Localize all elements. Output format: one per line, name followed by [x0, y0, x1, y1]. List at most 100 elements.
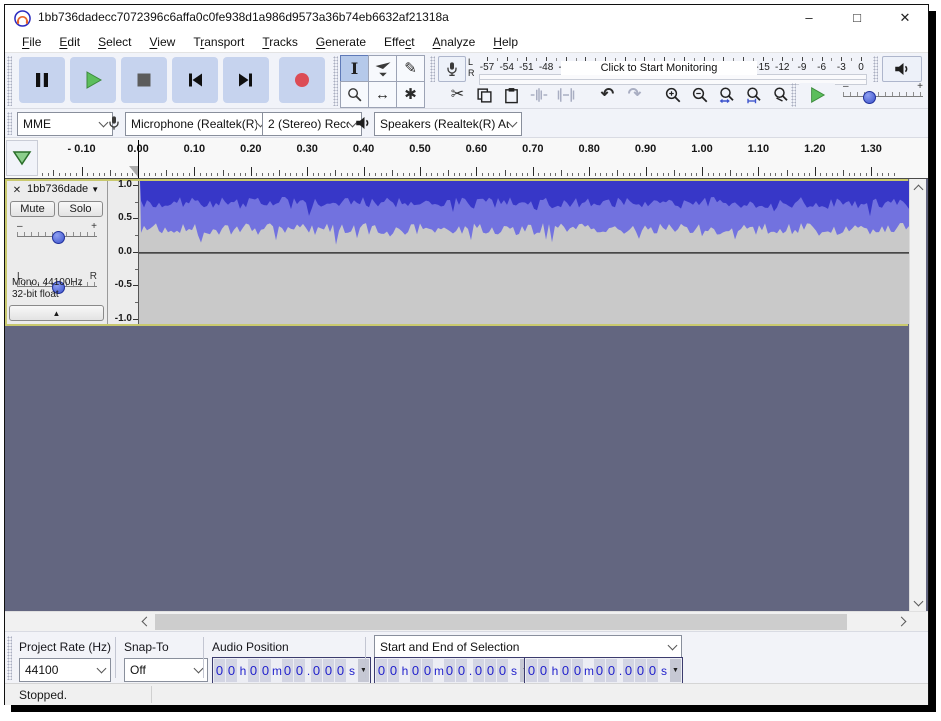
play-at-speed-button[interactable]: [799, 83, 835, 107]
menu-transport[interactable]: Transport: [184, 33, 253, 51]
time-segment[interactable]: 0: [572, 659, 583, 682]
time-segment[interactable]: 0: [282, 659, 293, 682]
scroll-right-button[interactable]: [894, 613, 911, 630]
time-segment[interactable]: 0: [635, 659, 646, 682]
multi-tool-button[interactable]: ✱: [396, 81, 425, 108]
menu-tracks[interactable]: Tracks: [253, 33, 307, 51]
silence-audio-button[interactable]: [552, 82, 579, 108]
menu-analyze[interactable]: Analyze: [424, 33, 485, 51]
audio-position-field[interactable]: 00h00m00.000s▼: [212, 657, 371, 684]
time-segment[interactable]: 0: [560, 659, 571, 682]
cursor-flag[interactable]: [129, 166, 138, 177]
scroll-up-button[interactable]: [910, 179, 927, 196]
gain-slider-thumb[interactable]: [52, 231, 65, 244]
zoom-out-button[interactable]: [686, 82, 713, 108]
selection-start-field[interactable]: 00h00m00.000s▼: [374, 657, 533, 684]
audio-track[interactable]: ✕ 1bb736dade ▼ Mute Solo – + L R: [5, 179, 908, 326]
tools-toolbar-grip[interactable]: [333, 56, 338, 106]
trim-audio-button[interactable]: [525, 82, 552, 108]
cut-button[interactable]: ✂: [444, 82, 471, 108]
playback-meter-speaker-button[interactable]: [882, 56, 922, 82]
zoom-in-button[interactable]: [659, 82, 686, 108]
time-segment[interactable]: 0: [497, 659, 508, 682]
ruler-scale[interactable]: - 0.100.000.100.200.300.400.500.600.700.…: [37, 138, 911, 178]
time-segment[interactable]: 0: [422, 659, 433, 682]
zoom-tool-button[interactable]: [340, 81, 369, 108]
menu-file[interactable]: File: [13, 33, 50, 51]
recording-channels-select[interactable]: 2 (Stereo) Recor: [262, 112, 362, 136]
time-segment[interactable]: 0: [538, 659, 549, 682]
time-segment[interactable]: 0: [456, 659, 467, 682]
track-close-button[interactable]: ✕: [10, 183, 24, 197]
time-segment[interactable]: 0: [444, 659, 455, 682]
time-segment[interactable]: m: [272, 659, 282, 682]
time-segment[interactable]: s: [347, 659, 357, 682]
envelope-tool-button[interactable]: [368, 55, 397, 82]
time-segment[interactable]: 0: [248, 659, 259, 682]
transport-toolbar-grip[interactable]: [7, 56, 12, 106]
undo-button[interactable]: ↶: [594, 82, 621, 108]
title-bar[interactable]: 1bb736dadecc7072396c6affa0c0fe938d1a986d…: [5, 5, 928, 31]
play-button[interactable]: [70, 57, 116, 103]
time-segment[interactable]: 0: [311, 659, 322, 682]
time-segment[interactable]: 0: [594, 659, 605, 682]
time-segment[interactable]: h: [550, 659, 560, 682]
time-segment[interactable]: 0: [623, 659, 634, 682]
time-segment[interactable]: 0: [260, 659, 271, 682]
skip-to-end-button[interactable]: [223, 57, 269, 103]
pin-playhead-button[interactable]: [6, 140, 38, 176]
time-segment[interactable]: 0: [473, 659, 484, 682]
selection-mode-select[interactable]: Start and End of Selection: [374, 635, 682, 659]
time-segment[interactable]: 0: [294, 659, 305, 682]
zoom-toggle-button[interactable]: [767, 82, 794, 108]
record-button[interactable]: [279, 57, 325, 103]
scroll-down-button[interactable]: [910, 594, 927, 611]
selection-end-field[interactable]: 00h00m00.000s▼: [524, 657, 683, 684]
fit-project-button[interactable]: [740, 82, 767, 108]
paste-button[interactable]: [498, 82, 525, 108]
playhead-cursor[interactable]: [138, 140, 139, 178]
time-segment[interactable]: 0: [410, 659, 421, 682]
time-format-dropdown-icon[interactable]: ▼: [358, 659, 369, 682]
stop-button[interactable]: [121, 57, 167, 103]
horizontal-scrollbar[interactable]: [5, 611, 928, 631]
play-at-speed-grip[interactable]: [791, 83, 796, 107]
time-segment[interactable]: h: [238, 659, 248, 682]
draw-tool-button[interactable]: ✎: [396, 55, 425, 82]
gain-slider[interactable]: – +: [15, 223, 99, 247]
minimize-button[interactable]: –: [791, 5, 827, 30]
time-segment[interactable]: 0: [323, 659, 334, 682]
menu-help[interactable]: Help: [484, 33, 527, 51]
menu-select[interactable]: Select: [89, 33, 140, 51]
track-name-menu[interactable]: 1bb736dade ▼: [27, 183, 99, 195]
horizontal-scroll-thumb[interactable]: [155, 614, 847, 630]
time-segment[interactable]: 0: [376, 659, 387, 682]
recording-meter[interactable]: -57-54-51-48-45-42-39-36-33-30-27-24-21-…: [479, 55, 869, 84]
menu-edit[interactable]: Edit: [50, 33, 89, 51]
close-button[interactable]: ✕: [887, 5, 923, 30]
recording-meter-mic-button[interactable]: [438, 56, 466, 82]
time-segment[interactable]: s: [659, 659, 669, 682]
timeshift-tool-button[interactable]: ↔: [368, 81, 397, 108]
time-segment[interactable]: 0: [647, 659, 658, 682]
menu-effect[interactable]: Effect: [375, 33, 424, 51]
device-toolbar-grip[interactable]: [7, 112, 12, 135]
menu-view[interactable]: View: [141, 33, 185, 51]
time-segment[interactable]: s: [509, 659, 519, 682]
track-canvas[interactable]: ✕ 1bb736dade ▼ Mute Solo – + L R: [5, 179, 928, 611]
host-select[interactable]: MME: [17, 112, 113, 136]
time-segment[interactable]: 0: [606, 659, 617, 682]
menu-generate[interactable]: Generate: [307, 33, 375, 51]
time-segment[interactable]: m: [584, 659, 594, 682]
mute-button[interactable]: Mute: [10, 201, 55, 217]
play-speed-slider[interactable]: – +: [841, 83, 925, 107]
time-segment[interactable]: 0: [388, 659, 399, 682]
skip-to-start-button[interactable]: [172, 57, 218, 103]
time-segment[interactable]: 0: [335, 659, 346, 682]
waveform[interactable]: [139, 181, 909, 324]
time-segment[interactable]: 0: [226, 659, 237, 682]
time-segment[interactable]: 0: [214, 659, 225, 682]
time-segment[interactable]: h: [400, 659, 410, 682]
vertical-scrollbar[interactable]: [909, 179, 926, 611]
playback-meter-grip[interactable]: [873, 56, 878, 82]
